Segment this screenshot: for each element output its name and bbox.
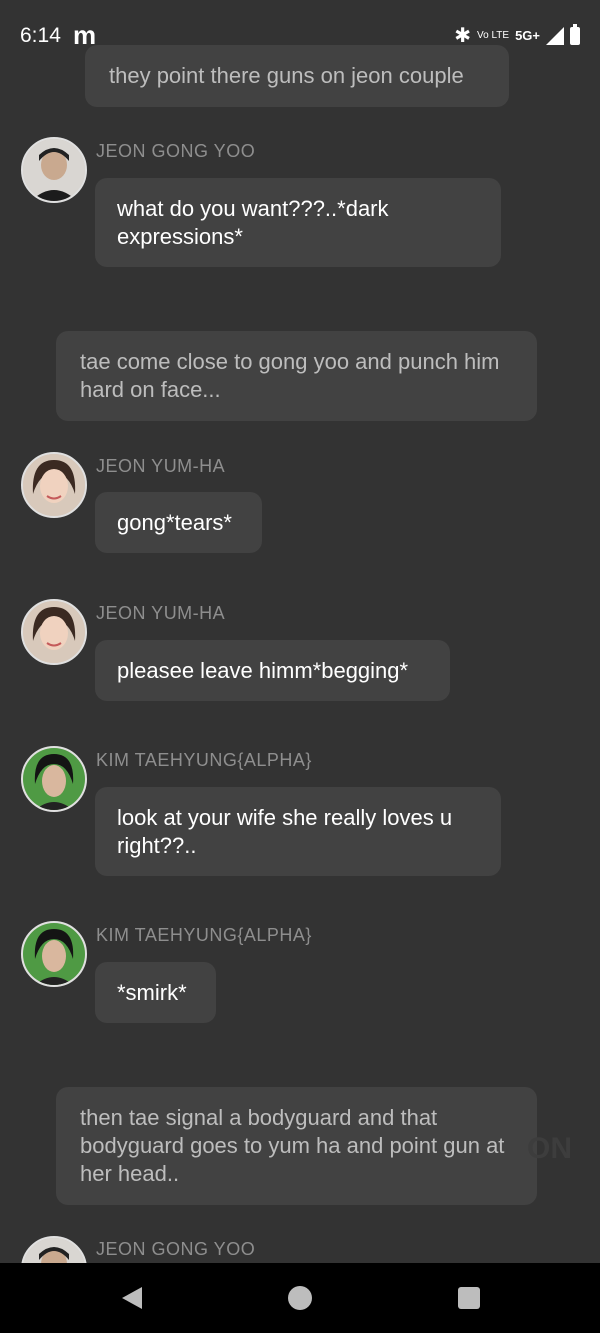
speaker-name: JEON GONG YOO bbox=[96, 141, 256, 161]
narration-text: tae come close to gong yoo and punch him… bbox=[80, 349, 500, 402]
message-text: look at your wife she really loves u rig… bbox=[117, 804, 453, 858]
avatar-image bbox=[23, 139, 85, 201]
avatar-image bbox=[23, 601, 85, 663]
message-text: *smirk* bbox=[117, 979, 187, 1005]
network-label: 5G+ bbox=[515, 28, 540, 43]
volte-label: Vo LTE bbox=[477, 29, 510, 41]
message-bubble: what do you want???..*dark expressions* bbox=[95, 178, 501, 267]
message-bubble: look at your wife she really loves u rig… bbox=[95, 787, 501, 876]
recents-icon[interactable] bbox=[458, 1287, 480, 1309]
signal-icon bbox=[546, 26, 564, 45]
narration-text: then tae signal a bodyguard and that bod… bbox=[80, 1105, 505, 1186]
message-text: what do you want???..*dark expressions* bbox=[117, 195, 389, 249]
narration-bubble: then tae signal a bodyguard and that bod… bbox=[56, 1087, 537, 1205]
speaker-name: JEON GONG YOO bbox=[96, 1239, 256, 1259]
speaker-name: KIM TAEHYUNG{ALPHA} bbox=[96, 925, 312, 945]
avatar-image bbox=[23, 923, 85, 985]
avatar-kim-taehyung[interactable] bbox=[21, 921, 87, 987]
message-text: pleasee leave himm*begging* bbox=[117, 657, 409, 683]
message-text: gong*tears* bbox=[117, 509, 232, 535]
back-icon[interactable] bbox=[122, 1287, 142, 1309]
speaker-name: JEON YUM-HA bbox=[96, 456, 226, 476]
battery-icon bbox=[570, 23, 580, 45]
message-bubble: pleasee leave himm*begging* bbox=[95, 640, 450, 701]
home-icon[interactable] bbox=[288, 1286, 312, 1310]
avatar-kim-taehyung[interactable] bbox=[21, 746, 87, 812]
status-time: 6:14 bbox=[20, 24, 61, 47]
speaker-name: JEON YUM-HA bbox=[96, 603, 226, 623]
avatar-image bbox=[23, 454, 85, 516]
avatar-jeon-yum-ha[interactable] bbox=[21, 599, 87, 665]
message-bubble: *smirk* bbox=[95, 962, 216, 1023]
avatar-jeon-gong-yoo[interactable] bbox=[21, 137, 87, 203]
speaker-name: KIM TAEHYUNG{ALPHA} bbox=[96, 750, 312, 770]
avatar-jeon-yum-ha[interactable] bbox=[21, 452, 87, 518]
message-bubble: gong*tears* bbox=[95, 492, 262, 553]
watermark: ON bbox=[527, 1132, 572, 1165]
narration-bubble: they point there guns on jeon couple bbox=[85, 45, 509, 107]
narration-bubble: tae come close to gong yoo and punch him… bbox=[56, 331, 537, 421]
narration-text: they point there guns on jeon couple bbox=[109, 63, 464, 88]
avatar-image bbox=[23, 748, 85, 810]
